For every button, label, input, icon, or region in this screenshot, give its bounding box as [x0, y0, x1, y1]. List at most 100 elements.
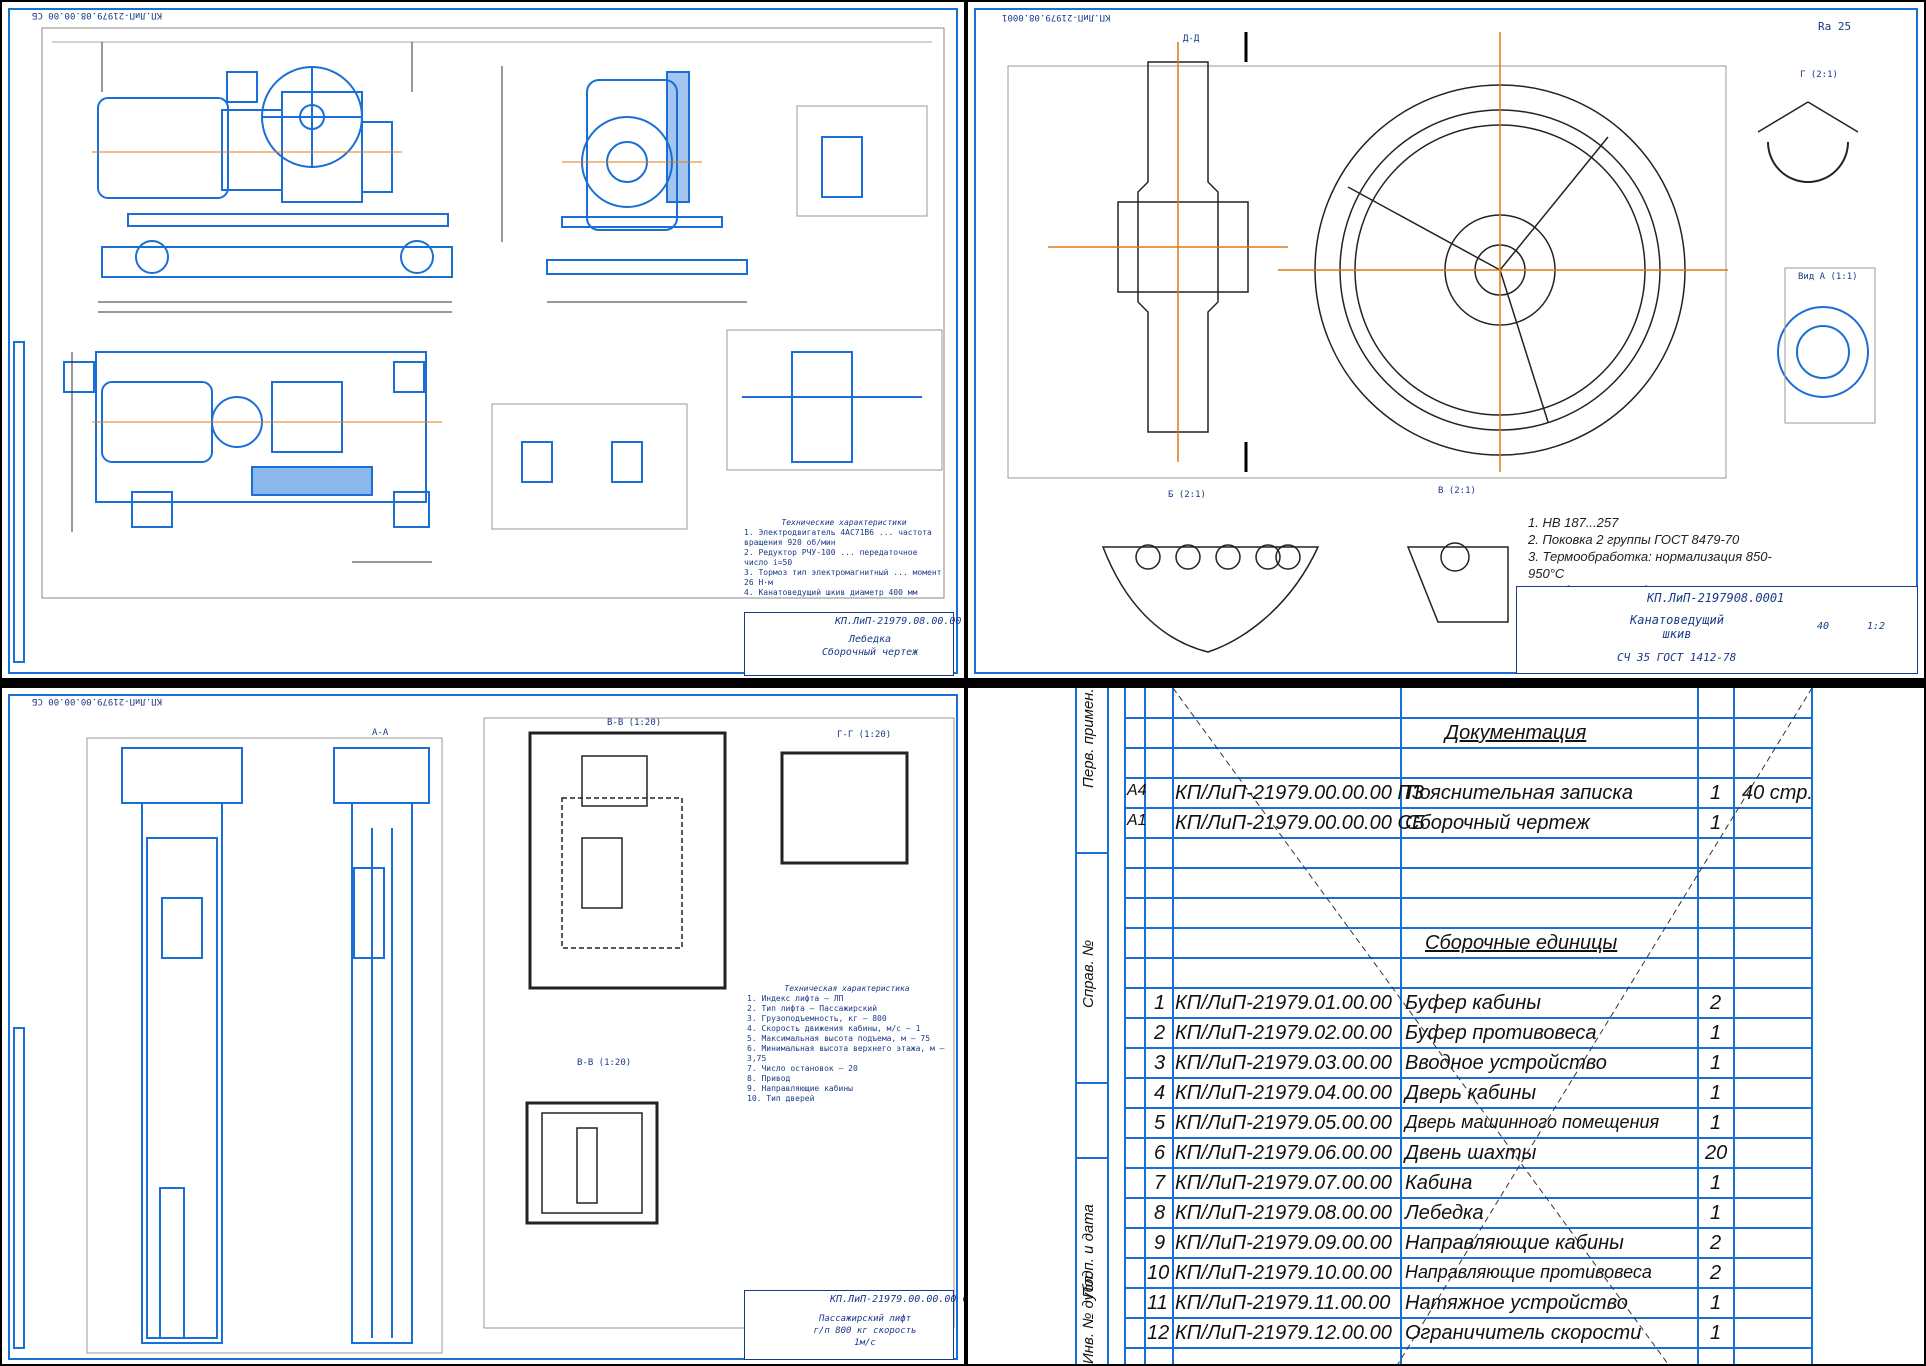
pos-cell: 10	[1147, 1262, 1170, 1284]
qty-cell: 2	[1710, 1232, 1722, 1254]
pos-cell: 7	[1154, 1172, 1166, 1194]
tech-line: 8. Привод	[747, 1074, 791, 1083]
code-cell: КП/ЛиП-21979.05.00.00	[1175, 1112, 1392, 1134]
name-cell: Вводное устройство	[1405, 1052, 1607, 1074]
tech-line: 4. Канатоведущий шкив диаметр 400 мм	[744, 588, 918, 597]
title-name-line: Сборочный чертеж	[821, 647, 919, 658]
qty-cell: 20	[1705, 1142, 1728, 1164]
title-block: КП.ЛиП-21979.00.00.00 СБ Пассажирский ли…	[744, 1290, 964, 1360]
note-cell: 40 стр.	[1742, 782, 1813, 804]
name-cell: Дверь кабины	[1405, 1082, 1537, 1104]
title-block-name: Пассажирский лифт г/п 800 кг скорость 1м…	[805, 1313, 925, 1349]
table-row[interactable]: 8 КП/ЛиП-21979.08.00.00 Лебедка 1	[1125, 1198, 1911, 1228]
pos-cell: 8	[1154, 1202, 1166, 1224]
code-cell: КП/ЛиП-21979.03.00.00	[1175, 1052, 1392, 1074]
name-cell: Ограничитель скорости	[1405, 1322, 1642, 1344]
section-label: В-В (1:20)	[607, 718, 662, 728]
section-label: В (2:1)	[1438, 486, 1476, 496]
tech-line: 3. Тормоз тип электромагнитный ... момен…	[744, 568, 942, 587]
table-row[interactable]: 10 КП/ЛиП-21979.10.00.00 Направляющие пр…	[1125, 1258, 1911, 1288]
table-row[interactable]: 3 КП/ЛиП-21979.03.00.00 Вводное устройст…	[1125, 1048, 1911, 1078]
side-label: Перв. примен.	[1080, 688, 1097, 788]
tech-line: 4. Скорость движения кабины, м/с — 1	[747, 1024, 921, 1033]
table-row[interactable]: 5 КП/ЛиП-21979.05.00.00 Дверь машинного …	[1125, 1108, 1911, 1138]
title-block-code: КП.ЛиП-21979.00.00.00 СБ	[830, 1294, 964, 1305]
tech-line: 9. Направляющие кабины	[747, 1084, 853, 1093]
table-row[interactable]: 6 КП/ЛиП-21979.06.00.00 Двень шахты 20	[1125, 1138, 1911, 1168]
title-name-line: Канатоведущий	[1630, 613, 1724, 627]
section-header: Сборочные единицы	[1425, 932, 1618, 954]
tech-line: 2. Редуктор РЧУ-100 ... передаточное чис…	[744, 548, 918, 567]
qty-cell: 1	[1710, 1202, 1722, 1224]
code-cell: КП/ЛиП-21979.10.00.00	[1175, 1262, 1392, 1284]
name-cell: Направляющие противовеса	[1405, 1262, 1652, 1282]
tech-characteristics: Техническая характеристика 1. Индекс лиф…	[747, 984, 947, 1104]
tech-characteristics: Технические характеристики 1. Электродви…	[744, 518, 944, 598]
table-row[interactable]: 9 КП/ЛиП-21979.09.00.00 Направляющие каб…	[1125, 1228, 1911, 1258]
tech-heading: Техническая характеристика	[784, 984, 910, 993]
title-name-line: г/п 800 кг скорость 1м/с	[813, 1326, 917, 1348]
side-label: Справ. №	[1080, 939, 1097, 1008]
tech-heading: Технические характеристики	[781, 518, 907, 527]
table-row[interactable]: 11 КП/ЛиП-21979.11.00.00 Натяжное устрой…	[1125, 1288, 1911, 1318]
pos-cell: 11	[1147, 1292, 1168, 1314]
format-cell: А1	[1127, 812, 1147, 829]
qty-cell: 1	[1710, 1322, 1722, 1344]
name-cell: Буфер противовеса	[1405, 1022, 1597, 1044]
pos-cell: 5	[1154, 1112, 1166, 1134]
side-label: Инв. № дубл.	[1080, 1271, 1097, 1364]
mass-value: 40	[1817, 621, 1830, 632]
title-name-line: Лебедка	[848, 634, 892, 645]
note-line: 1. НВ 187...257	[1528, 515, 1619, 530]
qty-cell: 1	[1710, 1292, 1722, 1314]
pos-cell: 9	[1154, 1232, 1166, 1254]
elevator-drawing-sheet: КП.ЛиП-21979.00.00.00 СБ А-А В-В (1:20) …	[2, 688, 964, 1364]
name-cell: Направляющие кабины	[1405, 1232, 1624, 1254]
name-cell: Буфер кабины	[1405, 992, 1541, 1014]
pos-cell: 4	[1154, 1082, 1166, 1104]
title-block-name: Канатоведущий шкив	[1617, 613, 1737, 641]
material-label: СЧ 35 ГОСТ 1412-78	[1617, 651, 1737, 664]
table-row[interactable]: 4 КП/ЛиП-21979.04.00.00 Дверь кабины 1	[1125, 1078, 1911, 1108]
note-line: 2. Поковка 2 группы ГОСТ 8479-70	[1528, 532, 1740, 547]
name-cell: Натяжное устройство	[1405, 1292, 1628, 1314]
table-row[interactable]: 2 КП/ЛиП-21979.02.00.00 Буфер противовес…	[1125, 1018, 1911, 1048]
title-block-code: КП.ЛиП-2197908.0001	[1647, 591, 1785, 605]
section-header: Документация	[1445, 722, 1587, 744]
qty-cell: 2	[1710, 992, 1722, 1014]
format-cell: А4	[1127, 782, 1147, 799]
table-row[interactable]: А1 КП/ЛиП-21979.00.00.00 СБ Сборочный че…	[1125, 808, 1911, 838]
code-cell: КП/ЛиП-21979.00.00.00 СБ	[1175, 812, 1425, 834]
tech-line: 10. Тип дверей	[747, 1094, 815, 1103]
tech-line: 2. Тип лифта — Пассажирский	[747, 1004, 878, 1013]
name-cell: Пояснительная записка	[1405, 782, 1633, 804]
name-cell: Кабина	[1405, 1172, 1473, 1194]
qty-cell: 1	[1710, 1082, 1722, 1104]
table-row[interactable]: 12 КП/ЛиП-21979.12.00.00 Ограничитель ск…	[1125, 1318, 1911, 1348]
pos-cell: 6	[1154, 1142, 1166, 1164]
tech-line: 3. Грузоподъемность, кг — 800	[747, 1014, 887, 1023]
code-cell: КП/ЛиП-21979.01.00.00	[1175, 992, 1392, 1014]
table-row[interactable]: 1 КП/ЛиП-21979.01.00.00 Буфер кабины 2	[1125, 988, 1911, 1018]
title-name-line: шкив	[1662, 627, 1692, 641]
title-block-code: КП.ЛиП-21979.08.00.00 СБ	[835, 616, 964, 627]
title-block: КП.ЛиП-2197908.0001 Канатоведущий шкив С…	[1516, 586, 1918, 674]
code-cell: КП/ЛиП-21979.08.00.00	[1175, 1202, 1392, 1224]
section-label: В-В (1:20)	[577, 1058, 632, 1068]
section-header-row: Сборочные единицы	[1125, 928, 1911, 958]
section-label: А-А	[372, 728, 389, 738]
code-cell: КП/ЛиП-21979.07.00.00	[1175, 1172, 1392, 1194]
table-row[interactable]: А4 КП/ЛиП-21979.00.00.00 ПЗ Пояснительна…	[1125, 778, 1911, 808]
pos-cell: 1	[1154, 992, 1166, 1014]
code-cell: КП/ЛиП-21979.04.00.00	[1175, 1082, 1392, 1104]
qty-cell: 1	[1710, 1052, 1722, 1074]
code-cell: КП/ЛиП-21979.09.00.00	[1175, 1232, 1392, 1254]
name-cell: Дверь машинного помещения	[1405, 1112, 1660, 1132]
tech-line: 6. Минимальная высота верхнего этажа, м …	[747, 1044, 945, 1063]
section-label: Б (2:1)	[1168, 490, 1206, 500]
table-row[interactable]: 7 КП/ЛиП-21979.07.00.00 Кабина 1	[1125, 1168, 1911, 1198]
section-label: Д-Д	[1183, 34, 1200, 44]
code-cell: КП/ЛиП-21979.06.00.00	[1175, 1142, 1392, 1164]
title-block: КП.ЛиП-21979.08.00.00 СБ Лебедка Сборочн…	[744, 612, 964, 676]
name-cell: Сборочный чертеж	[1405, 812, 1590, 834]
